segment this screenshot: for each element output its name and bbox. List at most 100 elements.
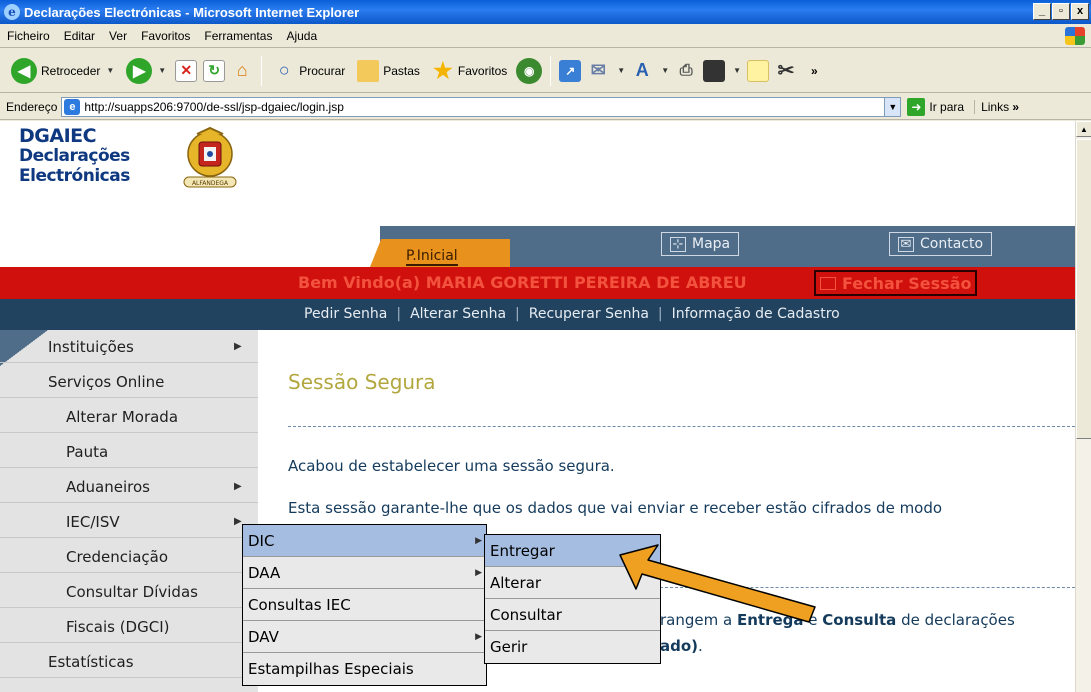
- favorites-label: Favoritos: [457, 63, 508, 78]
- sidebar-item[interactable]: Alterar Morada: [0, 401, 258, 433]
- minimize-button[interactable]: _: [1033, 3, 1051, 20]
- sidebar-item[interactable]: Estatísticas: [0, 646, 258, 678]
- toolbar-overflow-icon[interactable]: »: [811, 64, 818, 78]
- para3-entrega: Entrega: [736, 611, 804, 629]
- menu-help[interactable]: Ajuda: [279, 29, 324, 43]
- site-brand[interactable]: DGAIEC Declarações Electrónicas: [19, 126, 130, 186]
- restore-button[interactable]: ▫: [1052, 3, 1070, 20]
- links-button[interactable]: Links »: [974, 99, 1019, 114]
- print-icon[interactable]: ⎙: [675, 60, 697, 82]
- para3-pre: rangem a: [660, 611, 737, 629]
- sidebar-item[interactable]: IEC/ISV ▶: [0, 506, 258, 538]
- brand-declaracoes: Declarações: [19, 146, 130, 166]
- back-button[interactable]: ◀ Retroceder ▼: [8, 56, 117, 86]
- window-title: Declarações Electrónicas - Microsoft Int…: [24, 4, 360, 20]
- browser-window: e Declarações Electrónicas - Microsoft I…: [0, 0, 1091, 692]
- sidebar-item[interactable]: Credenciação: [0, 541, 258, 573]
- notes-icon[interactable]: [747, 59, 770, 82]
- menu-file[interactable]: Ficheiro: [0, 29, 57, 43]
- para4-post: .: [698, 637, 703, 655]
- menu-item[interactable]: Entregar: [485, 535, 660, 567]
- forward-arrow-icon: ▶: [126, 57, 153, 84]
- go-button[interactable]: ➜ Ir para: [907, 97, 965, 116]
- sidebar-item-label: Credenciação: [66, 547, 169, 566]
- folders-icon: [357, 59, 380, 82]
- chevron-right-icon: ▶: [475, 535, 482, 546]
- sidebar-item[interactable]: Pauta: [0, 436, 258, 468]
- iec-isv-submenu: DIC ▶ DAA ▶ Consultas IEC DAV ▶ Estampilhas Esp…: [242, 524, 487, 686]
- address-label: Endereço: [6, 99, 58, 114]
- media-icon[interactable]: ◉: [516, 57, 543, 84]
- menu-item-label: Alterar: [490, 573, 542, 592]
- menu-item[interactable]: Estampilhas Especiais: [243, 653, 486, 685]
- map-icon: ⊹: [670, 236, 686, 252]
- menu-item[interactable]: Gerir: [485, 631, 660, 663]
- customs-crest-icon: ALFANDEGA: [183, 126, 237, 188]
- address-input[interactable]: e http://suapps206:9700/de-ssl/jsp-dgaie…: [61, 96, 902, 117]
- menu-item[interactable]: Consultas IEC: [243, 589, 486, 621]
- brand-electronicas: Electrónicas: [19, 166, 130, 186]
- font-size-icon[interactable]: A: [631, 60, 653, 82]
- folders-button[interactable]: Pastas: [354, 58, 423, 84]
- tab-contact-label: Contacto: [920, 236, 984, 252]
- nav-registration-info[interactable]: Informação de Cadastro: [672, 306, 840, 322]
- sidebar-item-label: Pauta: [66, 442, 109, 461]
- menu-item-label: Consultas IEC: [248, 595, 351, 614]
- tab-map[interactable]: ⊹ Mapa: [661, 232, 740, 256]
- menu-item[interactable]: Alterar: [485, 567, 660, 599]
- nav-separator: |: [657, 306, 663, 322]
- chevron-right-icon: ▶: [234, 341, 242, 352]
- edit-icon[interactable]: [703, 59, 726, 82]
- sidebar-item[interactable]: Instituições ▶: [0, 331, 258, 363]
- chevron-right-icon: ▶: [475, 567, 482, 578]
- chevron-right-icon: ▶: [234, 481, 242, 492]
- scroll-thumb[interactable]: [1076, 139, 1091, 439]
- cut-icon[interactable]: ✂: [775, 60, 797, 82]
- window-controls: _ ▫ x: [1033, 3, 1089, 20]
- menu-tools[interactable]: Ferramentas: [197, 29, 279, 43]
- chevron-down-icon: ▼: [661, 66, 670, 75]
- refresh-icon[interactable]: ↻: [203, 59, 226, 82]
- favorites-button[interactable]: ★ Favoritos: [429, 58, 510, 84]
- home-icon[interactable]: ⌂: [231, 60, 253, 82]
- sidebar-item[interactable]: Serviços Online: [0, 366, 258, 398]
- folders-label: Pastas: [383, 63, 420, 78]
- toolbar-separator: [550, 55, 552, 86]
- menu-item-label: Consultar: [490, 605, 562, 624]
- vertical-scrollbar[interactable]: ▲: [1075, 121, 1091, 692]
- account-nav-links: Pedir Senha | Alterar Senha | Recuperar Senh…: [304, 306, 840, 322]
- tab-contact[interactable]: ✉ Contacto: [889, 232, 993, 256]
- nav-request-password[interactable]: Pedir Senha: [304, 306, 387, 322]
- history-icon[interactable]: ↗: [559, 59, 582, 82]
- nav-separator: |: [515, 306, 520, 322]
- sidebar-item[interactable]: Fiscais (DGCI): [0, 611, 258, 643]
- tab-home[interactable]: P.Inicial: [370, 239, 510, 267]
- mail-icon[interactable]: ✉: [587, 60, 609, 82]
- menu-item[interactable]: Consultar: [485, 599, 660, 631]
- sidebar-item[interactable]: Consultar Dívidas: [0, 576, 258, 608]
- menu-item[interactable]: DAA ▶: [243, 557, 486, 589]
- dic-submenu: Entregar Alterar Consultar Gerir: [484, 534, 661, 664]
- sidebar-item-label: Serviços Online: [48, 372, 165, 391]
- sidebar-item[interactable]: Aduaneiros ▶: [0, 471, 258, 503]
- scroll-up-icon[interactable]: ▲: [1076, 121, 1091, 137]
- menu-favorites[interactable]: Favoritos: [134, 29, 197, 43]
- nav-change-password[interactable]: Alterar Senha: [410, 306, 506, 322]
- nav-recover-password[interactable]: Recuperar Senha: [529, 306, 649, 322]
- menu-edit[interactable]: Editar: [57, 29, 102, 43]
- menu-item[interactable]: DAV ▶: [243, 621, 486, 653]
- go-label: Ir para: [929, 99, 965, 114]
- menu-view[interactable]: Ver: [102, 29, 134, 43]
- title-bar: e Declarações Electrónicas - Microsoft I…: [0, 0, 1091, 24]
- brand-dgaiec: DGAIEC: [19, 125, 97, 147]
- menu-item[interactable]: DIC ▶: [243, 525, 486, 557]
- close-button[interactable]: x: [1071, 3, 1089, 20]
- address-dropdown-icon[interactable]: ▼: [884, 97, 901, 116]
- go-arrow-icon: ➜: [907, 97, 926, 116]
- tab-home-label: P.Inicial: [406, 248, 458, 266]
- search-button[interactable]: ○ Procurar: [270, 58, 348, 84]
- sidebar-item-label: Instituições: [48, 337, 134, 356]
- stop-icon[interactable]: ✕: [175, 59, 198, 82]
- logout-button[interactable]: Fechar Sessão: [814, 270, 978, 296]
- forward-button[interactable]: ▶ ▼: [123, 56, 169, 86]
